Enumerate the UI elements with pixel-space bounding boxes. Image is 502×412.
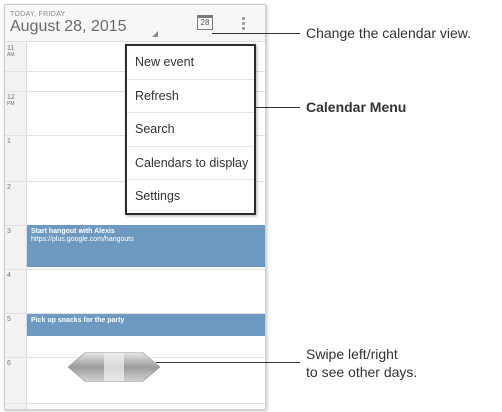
day-label: TODAY, FRIDAY: [10, 11, 66, 18]
hour-label: 2: [7, 184, 11, 191]
hour-label: 3: [7, 228, 11, 235]
hour-label: 5: [7, 316, 11, 323]
menu-item-new-event[interactable]: New event: [127, 46, 254, 80]
overflow-menu-icon[interactable]: [242, 17, 246, 31]
event-subtitle: https://plus.google.com/hangouts: [31, 236, 134, 243]
menu-item-settings[interactable]: Settings: [127, 180, 254, 214]
hour-label: 12 PM: [7, 94, 15, 107]
event-title: Pick up snacks for the party: [31, 317, 125, 324]
hour-label: 1: [7, 138, 11, 145]
hour-label: 11 AM: [7, 45, 15, 58]
phone-screen: TODAY, FRIDAY August 28, 2015 28 11 AM 12…: [4, 4, 266, 410]
callout-change-view: Change the calendar view.: [306, 25, 471, 41]
calendar-menu: New event Refresh Search Calendars to di…: [125, 44, 256, 215]
callout-line-menu: [254, 107, 300, 108]
hour-divider: [5, 269, 265, 270]
menu-item-refresh[interactable]: Refresh: [127, 80, 254, 114]
hour-divider: [5, 403, 265, 404]
event-title: Start hangout with Alexis: [31, 228, 115, 235]
callout-swipe-line1: Swipe left/right: [306, 346, 398, 362]
calendar-header: TODAY, FRIDAY August 28, 2015 28: [5, 5, 265, 42]
hour-label: 4: [7, 272, 11, 279]
menu-item-search[interactable]: Search: [127, 113, 254, 147]
callout-line-view: [212, 33, 300, 34]
dropdown-arrow-icon[interactable]: [152, 31, 158, 37]
calendar-today-icon[interactable]: 28: [197, 15, 213, 30]
event-card[interactable]: Start hangout with Alexis https://plus.g…: [27, 225, 265, 267]
hour-label: 6: [7, 360, 11, 367]
callout-swipe-line2: to see other days.: [306, 364, 418, 380]
event-card[interactable]: Pick up snacks for the party: [27, 314, 265, 336]
menu-item-calendars-to-display[interactable]: Calendars to display: [127, 147, 254, 181]
swipe-arrows-icon: [67, 351, 161, 383]
callout-calendar-menu: Calendar Menu: [306, 99, 407, 115]
callout-line-swipe: [156, 362, 300, 363]
date-selector[interactable]: August 28, 2015: [10, 18, 127, 36]
